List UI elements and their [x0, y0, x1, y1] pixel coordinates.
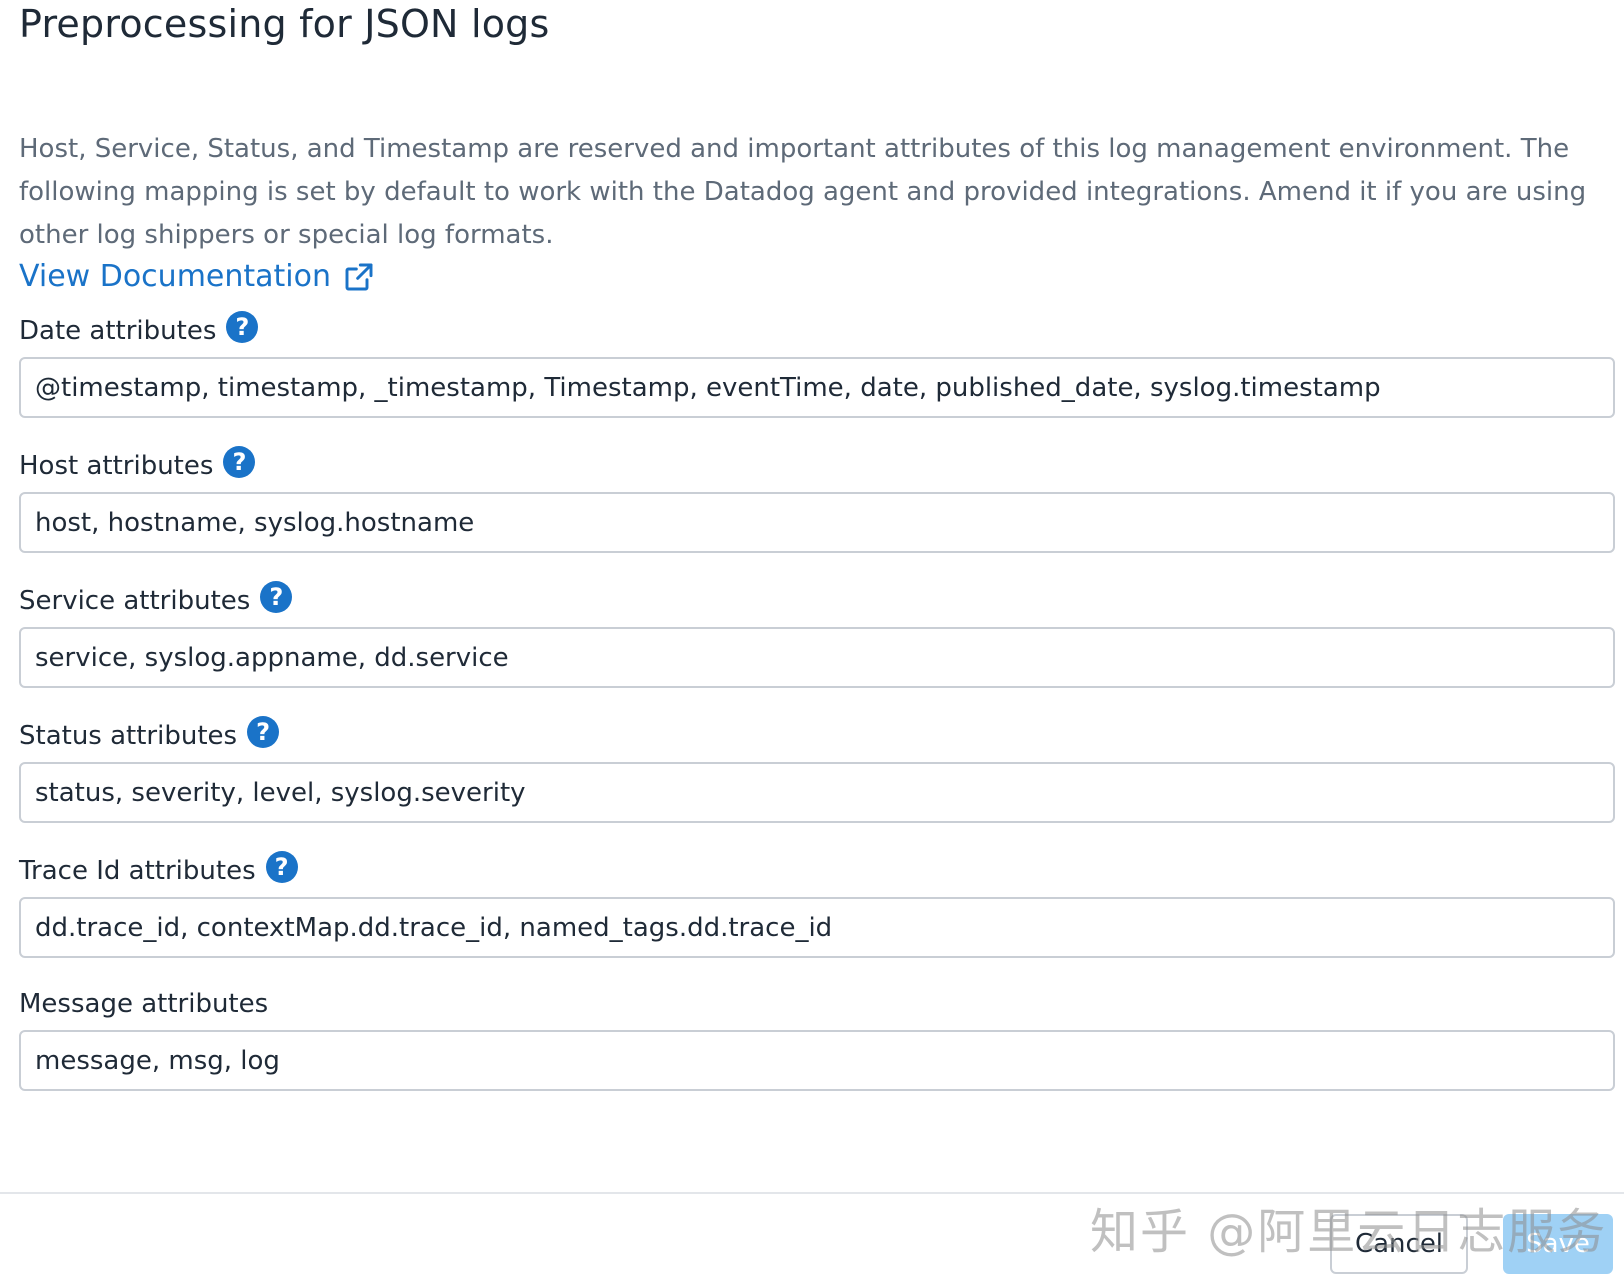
status-attributes-field: Status attributes ?	[19, 716, 1615, 823]
help-icon[interactable]: ?	[226, 311, 259, 343]
date-attributes-input[interactable]	[19, 357, 1615, 418]
page-description: Host, Service, Status, and Timestamp are…	[19, 134, 1587, 250]
help-icon[interactable]: ?	[247, 716, 280, 748]
save-button[interactable]: Save	[1503, 1214, 1613, 1274]
view-documentation-link[interactable]: View Documentation	[19, 259, 375, 294]
external-link-icon	[345, 263, 373, 290]
service-attributes-label: Service attributes	[19, 586, 251, 616]
status-attributes-input[interactable]	[19, 762, 1615, 823]
service-attributes-input[interactable]	[19, 627, 1615, 688]
message-attributes-input[interactable]	[19, 1030, 1615, 1091]
preprocessing-dialog: Preprocessing for JSON logs Host, Servic…	[0, 0, 1624, 1286]
cancel-button[interactable]: Cancel	[1330, 1214, 1468, 1274]
help-icon[interactable]: ?	[223, 446, 256, 478]
host-attributes-label: Host attributes	[19, 451, 214, 481]
host-attributes-input[interactable]	[19, 492, 1615, 553]
status-attributes-label: Status attributes	[19, 721, 238, 751]
help-icon[interactable]: ?	[265, 851, 298, 883]
page-title: Preprocessing for JSON logs	[19, 2, 550, 46]
trace-id-attributes-input[interactable]	[19, 897, 1615, 958]
date-attributes-label: Date attributes	[19, 316, 217, 346]
date-attributes-field: Date attributes ?	[19, 311, 1615, 418]
host-attributes-field: Host attributes ?	[19, 446, 1615, 553]
trace-id-attributes-field: Trace Id attributes ?	[19, 851, 1615, 958]
service-attributes-field: Service attributes ?	[19, 581, 1615, 688]
trace-id-attributes-label: Trace Id attributes	[19, 856, 256, 886]
view-documentation-label: View Documentation	[19, 259, 331, 294]
help-icon[interactable]: ?	[260, 581, 293, 613]
message-attributes-label: Message attributes	[19, 989, 269, 1019]
footer-divider	[0, 1192, 1624, 1194]
message-attributes-field: Message attributes	[19, 984, 1615, 1091]
